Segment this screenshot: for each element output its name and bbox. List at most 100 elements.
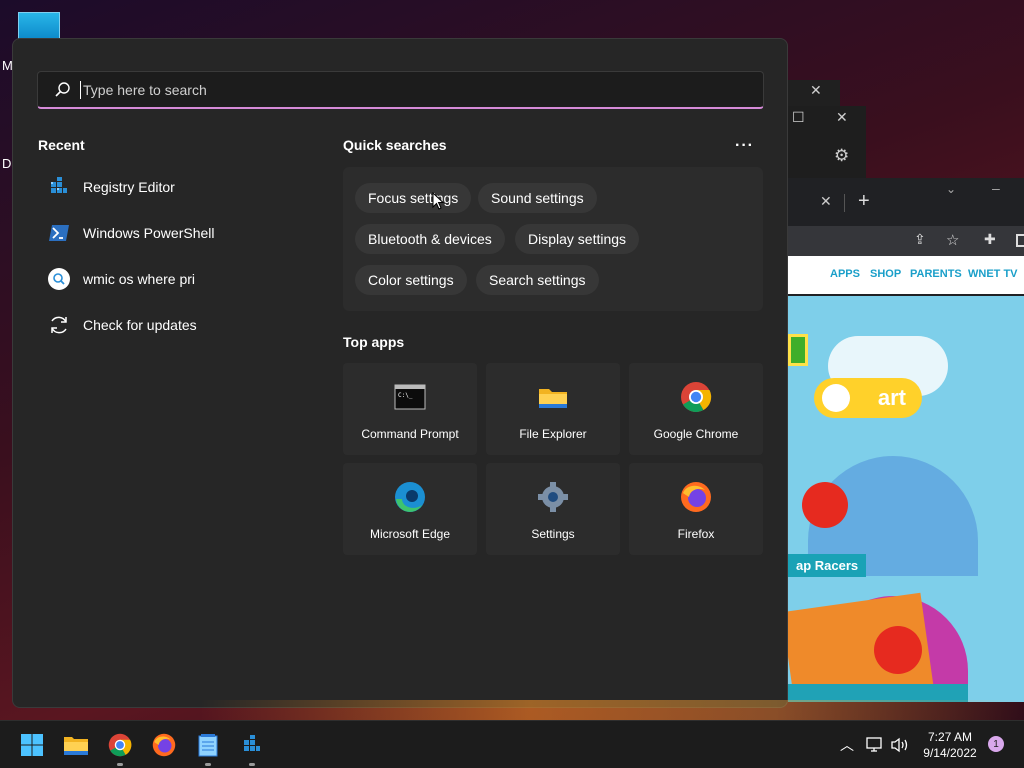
mouse-cursor-icon [432, 192, 444, 210]
share-icon[interactable]: ⇪ [914, 232, 926, 248]
taskbar: ︿ 7:27 AM 9/14/2022 [0, 720, 1024, 768]
quick-searches-title: Quick searches [343, 137, 447, 153]
search-result-icon [47, 267, 71, 291]
quick-searches-panel: Focus settings Sound settings Bluetooth … [343, 167, 763, 311]
tile-label: Command Prompt [361, 427, 459, 441]
taskbar-firefox[interactable] [148, 729, 180, 761]
chip-bluetooth-devices[interactable]: Bluetooth & devices [355, 224, 505, 254]
browser-window: ✕ + ⌄ – ⇪ ☆ ✚ APPS SHOP PARENTS WNET TV … [788, 178, 1024, 702]
volume-icon[interactable] [890, 737, 910, 753]
minimize-icon[interactable]: – [992, 180, 1000, 196]
taskbar-notepad[interactable] [192, 729, 224, 766]
nav-link-wnet-tv[interactable]: WNET TV [968, 268, 1018, 280]
elmo-graphic [874, 626, 922, 674]
tile-google-chrome[interactable]: Google Chrome [629, 363, 763, 455]
tile-label: Google Chrome [653, 427, 739, 441]
recent-item-check-updates[interactable]: Check for updates [43, 307, 313, 343]
show-hidden-icons-chevron-icon[interactable]: ︿ [840, 735, 854, 755]
tile-settings[interactable]: Settings [486, 463, 620, 555]
background-window: ☐ ✕ ⚙ [788, 106, 866, 178]
recent-title: Recent [38, 137, 85, 153]
taskbar-glow [200, 700, 1024, 720]
tab-close-icon[interactable]: ✕ [820, 194, 832, 210]
recent-item-label: wmic os where pri [83, 271, 196, 287]
chevron-down-icon[interactable]: ⌄ [946, 182, 956, 196]
elmo-graphic [802, 482, 848, 528]
tile-label: Settings [531, 527, 575, 541]
running-indicator [249, 763, 255, 766]
recent-item-label: Windows PowerShell [83, 225, 215, 241]
search-box[interactable] [37, 71, 764, 109]
more-options-button[interactable]: ··· [735, 137, 754, 155]
nav-link-shop[interactable]: SHOP [870, 268, 901, 280]
powershell-icon [47, 221, 71, 245]
extensions-icon[interactable]: ✚ [984, 232, 996, 248]
svg-text:C:\_: C:\_ [398, 392, 413, 399]
tile-microsoft-edge[interactable]: Microsoft Edge [343, 463, 477, 555]
sign-graphic [788, 334, 808, 366]
star-icon[interactable]: ☆ [946, 231, 959, 249]
chip-color-settings[interactable]: Color settings [355, 265, 467, 295]
firefox-icon [152, 733, 176, 757]
command-prompt-icon: C:\_ [394, 381, 426, 413]
browser-tab-bar: ✕ + ⌄ – [788, 178, 1024, 226]
registry-editor-icon [244, 735, 260, 751]
refresh-icon [47, 313, 71, 337]
chrome-icon [108, 733, 132, 757]
search-input[interactable] [80, 80, 763, 99]
clock-date[interactable]: 9/14/2022 [918, 746, 982, 760]
running-indicator [117, 763, 123, 766]
tile-label: Firefox [677, 527, 715, 541]
nav-link-parents[interactable]: PARENTS [910, 268, 962, 280]
network-icon[interactable] [866, 737, 884, 753]
tab-divider [844, 194, 845, 212]
top-apps-title: Top apps [343, 334, 405, 350]
edge-icon [394, 481, 426, 513]
site-hero: art ap Racers [788, 296, 1024, 702]
firefox-icon [680, 481, 712, 513]
notepad-icon [198, 734, 218, 757]
nav-link-apps[interactable]: APPS [830, 268, 860, 280]
tile-firefox[interactable]: Firefox [629, 463, 763, 555]
notification-badge[interactable]: 1 [988, 736, 1004, 752]
tile-file-explorer[interactable]: File Explorer [486, 363, 620, 455]
chip-search-settings[interactable]: Search settings [476, 265, 599, 295]
close-icon[interactable]: ✕ [810, 83, 822, 99]
taskbar-registry-editor[interactable] [236, 729, 268, 766]
racers-banner[interactable]: ap Racers [788, 554, 867, 577]
recent-item-powershell[interactable]: Windows PowerShell [43, 215, 313, 251]
palette-icon [822, 384, 850, 412]
tile-label: Microsoft Edge [369, 527, 451, 541]
registry-editor-icon [47, 175, 71, 199]
maximize-icon[interactable]: ☐ [792, 110, 805, 126]
tile-command-prompt[interactable]: C:\_ Command Prompt [343, 363, 477, 455]
recent-item-wmic-search[interactable]: wmic os where pri [43, 261, 313, 297]
recent-item-label: Check for updates [83, 317, 197, 333]
chip-display-settings[interactable]: Display settings [515, 224, 640, 254]
file-explorer-icon [537, 381, 569, 413]
site-nav: APPS SHOP PARENTS WNET TV [788, 256, 1024, 294]
background-window: ✕ [788, 80, 840, 106]
chrome-icon [680, 381, 712, 413]
browser-toolbar: ⇪ ☆ ✚ [788, 226, 1024, 256]
clock-time[interactable]: 7:27 AM [918, 730, 982, 744]
tile-label: File Explorer [519, 427, 587, 441]
art-label: art [877, 385, 906, 410]
file-explorer-icon [64, 737, 88, 755]
settings-gear-icon[interactable]: ⚙ [834, 146, 849, 166]
running-indicator [205, 763, 211, 766]
taskbar-file-explorer[interactable] [60, 729, 92, 761]
chip-sound-settings[interactable]: Sound settings [478, 183, 597, 213]
sidebar-icon[interactable] [1016, 234, 1024, 247]
new-tab-icon[interactable]: + [858, 190, 870, 213]
taskbar-chrome[interactable] [104, 729, 136, 766]
recent-item-registry-editor[interactable]: Registry Editor [43, 169, 313, 205]
search-icon [54, 81, 72, 99]
close-icon[interactable]: ✕ [836, 110, 848, 126]
chip-focus-settings[interactable]: Focus settings [355, 183, 472, 213]
start-button[interactable] [16, 729, 48, 761]
recent-item-label: Registry Editor [83, 179, 175, 195]
windows-logo-icon [21, 734, 43, 756]
start-menu: Recent Registry Editor Windows PowerShel… [12, 38, 788, 708]
settings-gear-icon [537, 481, 569, 513]
